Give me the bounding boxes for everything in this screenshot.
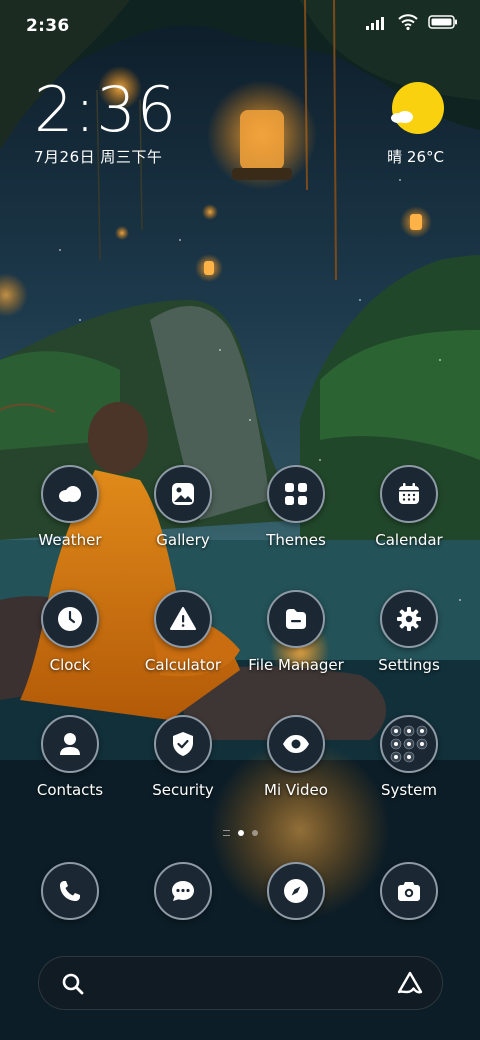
app-label: Clock — [49, 656, 91, 674]
folder-system[interactable]: System — [354, 715, 464, 799]
gear-icon — [380, 590, 438, 648]
weather-widget[interactable]: 晴 26°C — [364, 82, 444, 172]
clock-time: 2:36 — [34, 73, 178, 146]
app-gallery[interactable]: Gallery — [128, 465, 238, 549]
calendar-icon — [380, 465, 438, 523]
phone-icon — [41, 862, 99, 920]
app-weather[interactable]: Weather — [15, 465, 125, 549]
dock-phone[interactable] — [15, 862, 125, 920]
gallery-icon — [154, 465, 212, 523]
app-contacts[interactable]: Contacts — [15, 715, 125, 799]
camera-icon — [380, 862, 438, 920]
app-calculator[interactable]: Calculator — [128, 590, 238, 674]
app-label: Gallery — [156, 531, 210, 549]
app-mi-video[interactable]: Mi Video — [241, 715, 351, 799]
shield-check-icon — [154, 715, 212, 773]
eye-icon — [267, 715, 325, 773]
app-label: Calculator — [144, 656, 222, 674]
status-bar: 2:36 — [0, 0, 480, 50]
weather-cloud-icon — [41, 465, 99, 523]
app-label: Settings — [378, 656, 440, 674]
folder-grid-icon — [380, 715, 438, 773]
themes-grid-icon — [267, 465, 325, 523]
battery-icon — [428, 14, 458, 34]
app-calendar[interactable]: Calendar — [354, 465, 464, 549]
messages-icon — [154, 862, 212, 920]
app-themes[interactable]: Themes — [241, 465, 351, 549]
status-time: 2:36 — [26, 16, 70, 36]
clock-date: 7月26日 周三下午 — [34, 148, 163, 166]
folder-icon — [267, 590, 325, 648]
app-label: Weather — [38, 531, 102, 549]
app-label: File Manager — [248, 656, 344, 674]
dock-browser[interactable] — [241, 862, 351, 920]
wifi-icon — [398, 14, 418, 34]
assistant-icon[interactable] — [396, 970, 424, 1000]
page-dot — [251, 830, 258, 836]
app-label: Mi Video — [264, 781, 328, 799]
compass-icon — [267, 862, 325, 920]
cloud-icon — [391, 111, 413, 123]
app-security[interactable]: Security — [128, 715, 238, 799]
signal-icon — [366, 15, 388, 34]
app-label: Calendar — [375, 531, 443, 549]
weather-text: 晴 26°C — [387, 148, 444, 166]
app-label: Themes — [266, 531, 326, 549]
app-file-manager[interactable]: File Manager — [241, 590, 351, 674]
sun-icon — [392, 82, 444, 134]
clock-icon — [41, 590, 99, 648]
clock-widget[interactable]: 2:36 7月26日 周三下午 — [34, 78, 177, 167]
search-bar[interactable] — [38, 956, 443, 1010]
app-settings[interactable]: Settings — [354, 590, 464, 674]
status-icons — [366, 14, 458, 34]
page-indicator-lines-icon — [222, 830, 230, 836]
page-indicator — [0, 830, 480, 836]
page-dot-active — [237, 830, 244, 836]
calculator-warning-icon — [154, 590, 212, 648]
app-label: System — [381, 781, 437, 799]
search-icon[interactable] — [61, 972, 85, 1000]
app-label: Security — [152, 781, 214, 799]
dock-camera[interactable] — [354, 862, 464, 920]
contact-person-icon — [41, 715, 99, 773]
app-label: Contacts — [36, 781, 104, 799]
dock-messages[interactable] — [128, 862, 238, 920]
app-clock[interactable]: Clock — [15, 590, 125, 674]
